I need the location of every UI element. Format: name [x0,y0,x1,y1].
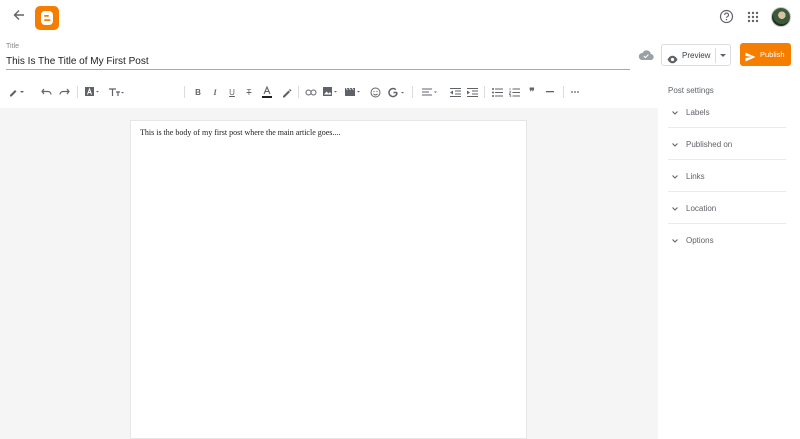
pencil-mode-icon[interactable] [8,86,26,98]
toolbar-separator [184,86,185,98]
settings-section-links[interactable]: Links [668,162,786,192]
apps-grid-icon[interactable] [746,10,760,24]
eye-icon [667,51,678,69]
post-body-editor[interactable]: This is the body of my first post where … [130,120,527,439]
post-body-text[interactable]: This is the body of my first post where … [140,128,340,137]
horizontal-rule-icon[interactable] [545,86,555,98]
preview-label: Preview [682,51,711,60]
chevron-down-icon [672,143,678,147]
insert-video-icon[interactable] [345,86,361,98]
bulleted-list-icon[interactable] [491,86,503,98]
undo-icon[interactable] [40,86,52,98]
emoji-icon[interactable] [369,86,381,98]
preview-divider [715,48,716,63]
format-toolbar: Paragraph ▾ B I U T ❞ [0,80,660,176]
text-color-icon[interactable] [261,86,273,98]
redo-icon[interactable] [58,86,70,98]
font-size-icon[interactable] [107,86,125,98]
help-icon[interactable] [719,9,734,24]
settings-section-location[interactable]: Location [668,194,786,224]
indent-decrease-icon[interactable] [449,86,461,98]
toolbar-separator [298,86,299,98]
publish-button[interactable]: Publish [740,43,791,66]
publish-label: Publish [760,50,785,59]
google-icon[interactable] [388,86,406,98]
settings-section-labels[interactable]: Labels [668,98,786,128]
title-input[interactable] [6,54,630,70]
bold-icon[interactable]: B [193,86,203,98]
settings-section-label: Links [686,172,705,181]
cloud-save-icon [638,48,654,61]
quote-icon[interactable]: ❞ [527,86,537,98]
more-options-icon[interactable] [570,86,580,98]
text-style-icon[interactable] [84,86,100,98]
chevron-down-icon [672,111,678,115]
toolbar-separator [484,86,485,98]
toolbar-separator [563,86,564,98]
numbered-list-icon[interactable] [508,86,520,98]
title-area: Title [0,40,660,74]
post-settings-title: Post settings [668,86,714,95]
italic-icon[interactable]: I [210,86,220,98]
avatar[interactable] [771,7,791,27]
send-icon [745,49,756,67]
post-settings-panel: Post settings Labels Published on Links … [658,74,800,439]
insert-image-icon[interactable] [323,86,339,98]
chevron-down-icon [672,207,678,211]
chevron-down-icon [672,175,678,179]
top-bar [0,0,800,36]
settings-section-published-on[interactable]: Published on [668,130,786,160]
chevron-down-icon[interactable] [720,54,726,57]
strikethrough-icon[interactable]: T [244,86,254,98]
settings-section-label: Labels [686,108,710,117]
title-label: Title [6,43,19,50]
toolbar-separator [77,86,78,98]
settings-section-options[interactable]: Options [668,226,786,256]
align-left-icon[interactable] [421,86,439,98]
settings-section-label: Published on [686,140,733,149]
indent-increase-icon[interactable] [466,86,478,98]
link-icon[interactable] [305,86,317,98]
settings-section-label: Location [686,204,717,213]
highlight-pen-icon[interactable] [280,86,292,98]
toolbar-separator [412,86,413,98]
back-arrow-icon[interactable] [12,8,30,26]
preview-button[interactable]: Preview [661,44,731,66]
blogger-logo-icon[interactable] [35,6,59,30]
settings-section-label: Options [686,236,714,245]
underline-icon[interactable]: U [227,86,237,98]
chevron-down-icon [672,239,678,243]
